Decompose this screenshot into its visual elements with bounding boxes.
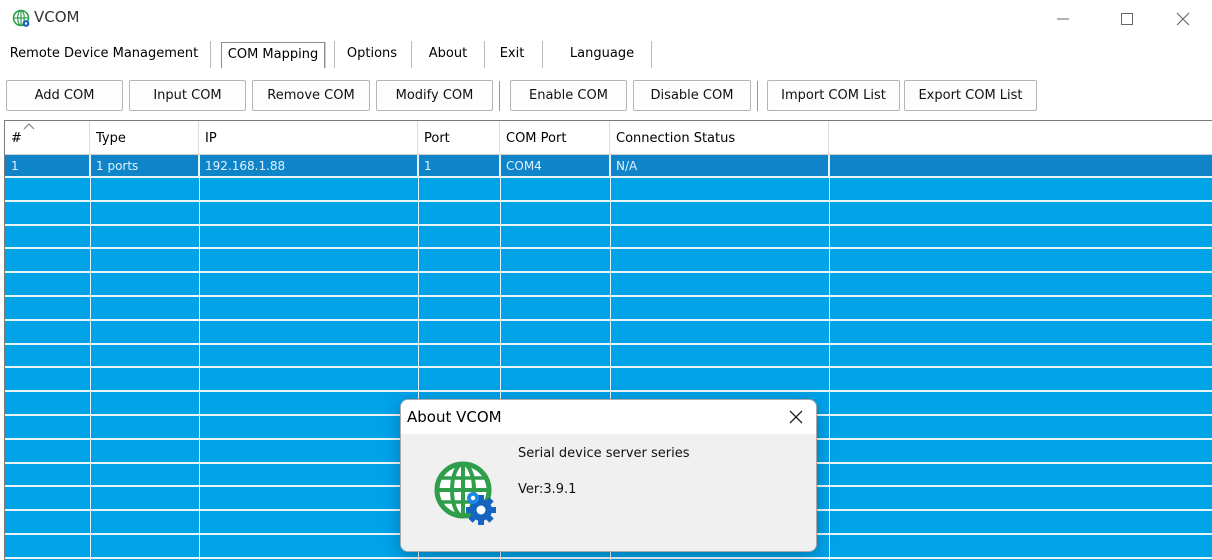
tab-divider <box>651 41 652 68</box>
cell-ip: 192.168.1.88 <box>199 155 418 176</box>
empty-table-row <box>5 274 1212 297</box>
toolbar: Add COM Input COM Remove COM Modify COM … <box>0 78 1212 114</box>
empty-table-row <box>5 322 1212 345</box>
tab-label: Language <box>569 46 635 61</box>
table-row[interactable]: 1 1 ports 192.168.1.88 1 COM4 N/A <box>5 155 1212 178</box>
tab-label: Options <box>346 46 398 61</box>
sort-up-icon <box>23 123 35 130</box>
tab-label: About <box>428 46 468 61</box>
tab-divider <box>542 41 543 68</box>
remove-com-button[interactable]: Remove COM <box>252 80 370 111</box>
disable-com-button[interactable]: Disable COM <box>633 80 751 111</box>
modify-com-button[interactable]: Modify COM <box>376 80 493 111</box>
tab-label: Exit <box>499 46 525 61</box>
add-com-button[interactable]: Add COM <box>6 80 123 111</box>
column-divider <box>829 155 830 560</box>
column-header-port[interactable]: Port <box>418 121 500 155</box>
tab-label: COM Mapping <box>227 47 319 62</box>
tab-label: Remote Device Management <box>9 46 199 61</box>
column-header-com-port[interactable]: COM Port <box>500 121 610 155</box>
column-header-connection-status[interactable]: Connection Status <box>610 121 829 155</box>
main-tabs: Remote Device Management COM Mapping Opt… <box>0 40 1212 70</box>
column-divider <box>199 155 200 560</box>
close-icon <box>789 410 803 424</box>
cell-port: 1 <box>418 155 500 176</box>
globe-gear-icon <box>12 9 30 27</box>
cell-type: 1 ports <box>90 155 199 176</box>
column-label: # <box>11 131 22 146</box>
column-header-ip[interactable]: IP <box>199 121 418 155</box>
column-header-type[interactable]: Type <box>90 121 199 155</box>
tab-options[interactable]: Options <box>338 40 406 70</box>
cell-com-port: COM4 <box>500 155 610 176</box>
tab-divider <box>334 41 335 68</box>
dialog-close-button[interactable] <box>781 403 811 431</box>
import-com-list-button[interactable]: Import COM List <box>767 80 900 111</box>
tab-divider <box>484 41 485 68</box>
tab-about[interactable]: About <box>416 40 480 70</box>
input-com-button[interactable]: Input COM <box>129 80 246 111</box>
tab-com-mapping[interactable]: COM Mapping <box>214 40 332 70</box>
dialog-description: Serial device server series <box>518 446 690 461</box>
maximize-icon <box>1121 13 1133 25</box>
dialog-body: Serial device server series Ver:3.9.1 <box>401 434 816 551</box>
empty-table-row <box>5 250 1212 274</box>
close-icon <box>1176 12 1190 26</box>
tab-exit[interactable]: Exit <box>486 40 538 70</box>
about-dialog: About VCOM Serial device server series V… <box>400 399 817 552</box>
empty-table-row <box>5 203 1212 226</box>
empty-table-row <box>5 179 1212 202</box>
empty-table-row <box>5 298 1212 321</box>
close-window-button[interactable] <box>1160 0 1206 38</box>
cell-connection-status: N/A <box>610 155 829 176</box>
toolbar-divider <box>757 81 759 111</box>
column-header-number[interactable]: # <box>5 121 90 155</box>
window-title: VCOM <box>34 8 80 26</box>
dialog-title-bar: About VCOM <box>401 400 816 434</box>
empty-table-row <box>5 226 1212 250</box>
empty-table-row <box>5 345 1212 369</box>
dialog-title: About VCOM <box>407 408 502 426</box>
title-bar: VCOM <box>0 0 1212 38</box>
maximize-button[interactable] <box>1104 0 1150 38</box>
minimize-icon <box>1057 18 1069 20</box>
dialog-version: Ver:3.9.1 <box>518 482 577 497</box>
tab-divider <box>210 41 211 68</box>
globe-gear-icon <box>434 461 496 525</box>
tab-language[interactable]: Language <box>556 40 648 70</box>
export-com-list-button[interactable]: Export COM List <box>904 80 1037 111</box>
tab-divider <box>411 41 412 68</box>
table-header: # Type IP Port COM Port Connection Statu… <box>5 121 1212 155</box>
empty-table-row <box>5 369 1212 393</box>
tab-remote-device-management[interactable]: Remote Device Management <box>0 40 208 70</box>
toolbar-divider <box>499 81 501 111</box>
minimize-button[interactable] <box>1040 0 1086 38</box>
enable-com-button[interactable]: Enable COM <box>510 80 627 111</box>
cell-number: 1 <box>5 155 90 176</box>
column-divider <box>90 155 91 560</box>
